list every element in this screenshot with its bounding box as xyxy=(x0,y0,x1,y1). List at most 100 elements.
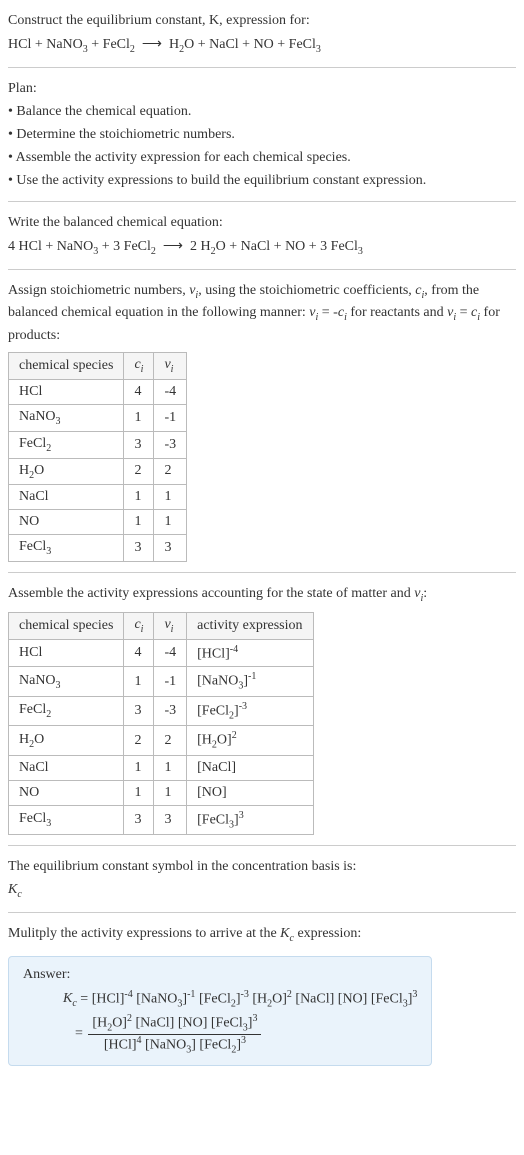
divider xyxy=(8,269,516,270)
cell-ci: 3 xyxy=(124,696,154,725)
cell-vi: 3 xyxy=(154,535,187,562)
cell-ci: 1 xyxy=(124,404,154,431)
divider xyxy=(8,845,516,846)
cell-vi: 1 xyxy=(154,485,187,510)
cell-expr: [FeCl2]-3 xyxy=(187,696,313,725)
cell-vi: 3 xyxy=(154,805,187,834)
kc-symbol: Kc xyxy=(8,879,516,902)
plan-item: • Use the activity expressions to build … xyxy=(8,170,516,191)
answer-label: Answer: xyxy=(23,967,417,983)
kc-symbol-section: The equilibrium constant symbol in the c… xyxy=(8,856,516,902)
table-row: NO11 xyxy=(9,510,187,535)
stoich-intro-text: Assign stoichiometric numbers, νi, using… xyxy=(8,280,516,347)
title-text: Construct the equilibrium constant, K, e… xyxy=(8,13,310,28)
cell-ci: 4 xyxy=(124,639,154,667)
answer-box: Answer: Kc = [HCl]-4 [NaNO3]-1 [FeCl2]-3… xyxy=(8,956,432,1066)
header-section: Construct the equilibrium constant, K, e… xyxy=(8,10,516,57)
cell-species: FeCl2 xyxy=(9,431,124,458)
plan-item: • Assemble the activity expression for e… xyxy=(8,147,516,168)
cell-expr: [H2O]2 xyxy=(187,726,313,755)
col-ci: ci xyxy=(124,353,154,380)
cell-ci: 3 xyxy=(124,431,154,458)
table-row: NaNO31-1 xyxy=(9,404,187,431)
table-row: HCl4-4[HCl]-4 xyxy=(9,639,314,667)
cell-expr: [FeCl3]3 xyxy=(187,805,313,834)
divider xyxy=(8,201,516,202)
col-species: chemical species xyxy=(9,353,124,380)
cell-vi: 1 xyxy=(154,780,187,805)
plan-item-text: Determine the stoichiometric numbers. xyxy=(16,127,235,142)
table-row: NaNO31-1[NaNO3]-1 xyxy=(9,667,314,696)
cell-species: H2O xyxy=(9,726,124,755)
kc-symbol-text: The equilibrium constant symbol in the c… xyxy=(8,856,516,877)
table-row: HCl4-4 xyxy=(9,379,187,404)
activity-table: chemical species ci νi activity expressi… xyxy=(8,612,314,835)
table-row: NO11[NO] xyxy=(9,780,314,805)
plan-item-text: Assemble the activity expression for eac… xyxy=(16,150,351,165)
cell-species: NaNO3 xyxy=(9,404,124,431)
table-row: H2O22[H2O]2 xyxy=(9,726,314,755)
cell-species: NaCl xyxy=(9,755,124,780)
cell-ci: 1 xyxy=(124,667,154,696)
cell-species: FeCl3 xyxy=(9,805,124,834)
plan-item: • Balance the chemical equation. xyxy=(8,101,516,122)
cell-vi: 2 xyxy=(154,726,187,755)
col-species: chemical species xyxy=(9,612,124,639)
cell-expr: [NaNO3]-1 xyxy=(187,667,313,696)
answer-line1: Kc = [HCl]-4 [NaNO3]-1 [FeCl2]-3 [H2O]2 … xyxy=(23,989,417,1009)
cell-species: NaCl xyxy=(9,485,124,510)
cell-ci: 2 xyxy=(124,726,154,755)
cell-ci: 3 xyxy=(124,805,154,834)
cell-ci: 1 xyxy=(124,485,154,510)
cell-vi: -1 xyxy=(154,404,187,431)
cell-species: NO xyxy=(9,510,124,535)
unbalanced-equation: HCl + NaNO3 + FeCl2 ⟶ H2O + NaCl + NO + … xyxy=(8,33,516,57)
divider xyxy=(8,67,516,68)
cell-ci: 1 xyxy=(124,510,154,535)
cell-expr: [NO] xyxy=(187,780,313,805)
multiply-intro-text: Mulitply the activity expressions to arr… xyxy=(8,923,516,946)
table-header-row: chemical species ci νi activity expressi… xyxy=(9,612,314,639)
table-row: FeCl23-3[FeCl2]-3 xyxy=(9,696,314,725)
table-row: FeCl333[FeCl3]3 xyxy=(9,805,314,834)
cell-species: FeCl2 xyxy=(9,696,124,725)
activity-intro-section: Assemble the activity expressions accoun… xyxy=(8,583,516,606)
table-row: NaCl11[NaCl] xyxy=(9,755,314,780)
balanced-label: Write the balanced chemical equation: xyxy=(8,212,516,233)
cell-ci: 3 xyxy=(124,535,154,562)
cell-species: FeCl3 xyxy=(9,535,124,562)
activity-intro-text: Assemble the activity expressions accoun… xyxy=(8,583,516,606)
cell-vi: -3 xyxy=(154,431,187,458)
col-vi: νi xyxy=(154,612,187,639)
cell-ci: 2 xyxy=(124,458,154,485)
plan-item-text: Use the activity expressions to build th… xyxy=(16,173,426,188)
table-row: H2O22 xyxy=(9,458,187,485)
cell-ci: 4 xyxy=(124,379,154,404)
fraction: [H2O]2 [NaCl] [NO] [FeCl3]3 [HCl]4 [NaNO… xyxy=(88,1013,261,1055)
col-vi: νi xyxy=(154,353,187,380)
plan-item-text: Balance the chemical equation. xyxy=(16,104,191,119)
cell-ci: 1 xyxy=(124,780,154,805)
fraction-numerator: [H2O]2 [NaCl] [NO] [FeCl3]3 xyxy=(88,1013,261,1034)
plan-item: • Determine the stoichiometric numbers. xyxy=(8,124,516,145)
divider xyxy=(8,572,516,573)
answer-line2: = [H2O]2 [NaCl] [NO] [FeCl3]3 [HCl]4 [Na… xyxy=(23,1013,417,1055)
cell-species: NaNO3 xyxy=(9,667,124,696)
cell-vi: -1 xyxy=(154,667,187,696)
col-ci: ci xyxy=(124,612,154,639)
multiply-intro-section: Mulitply the activity expressions to arr… xyxy=(8,923,516,946)
cell-expr: [NaCl] xyxy=(187,755,313,780)
fraction-denominator: [HCl]4 [NaNO3] [FeCl2]3 xyxy=(88,1035,261,1055)
cell-vi: 1 xyxy=(154,755,187,780)
cell-species: H2O xyxy=(9,458,124,485)
cell-ci: 1 xyxy=(124,755,154,780)
divider xyxy=(8,912,516,913)
plan-section: Plan: • Balance the chemical equation. •… xyxy=(8,78,516,191)
cell-vi: 1 xyxy=(154,510,187,535)
cell-species: NO xyxy=(9,780,124,805)
table-header-row: chemical species ci νi xyxy=(9,353,187,380)
cell-species: HCl xyxy=(9,379,124,404)
table-row: FeCl23-3 xyxy=(9,431,187,458)
table-row: FeCl333 xyxy=(9,535,187,562)
plan-label: Plan: xyxy=(8,78,516,99)
